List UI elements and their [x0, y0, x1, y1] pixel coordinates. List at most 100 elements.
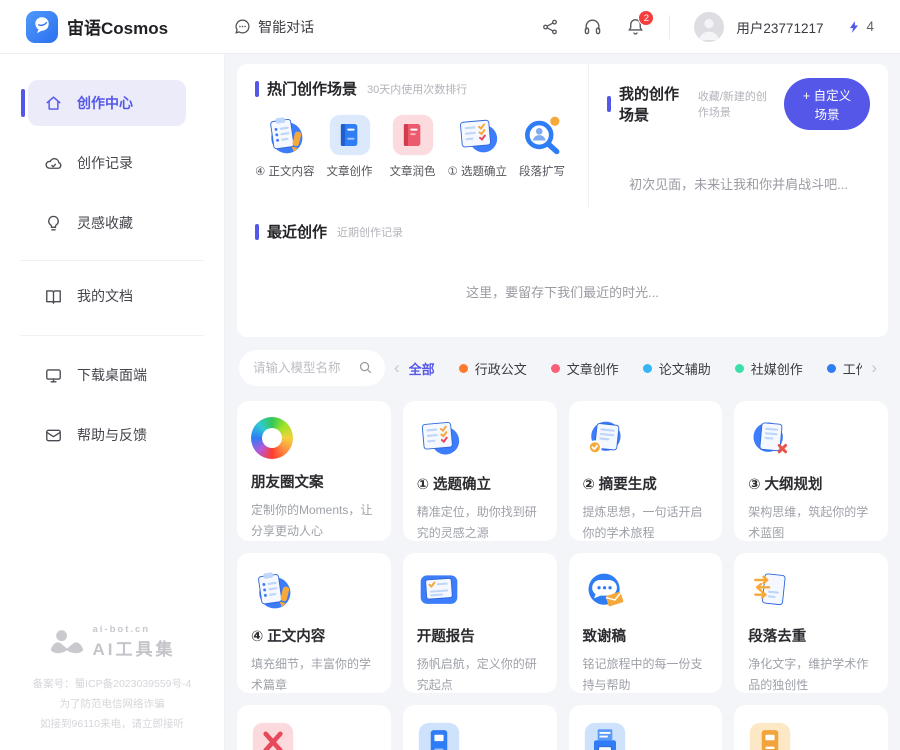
- card-opening-report[interactable]: 开题报告 扬帆启航，定义你的研究起点: [403, 553, 557, 693]
- model-cards-grid: 朋友圈文案 定制你的Moments，让分享更动人心 ① 选题确立 精准定位，助你…: [237, 401, 888, 750]
- hot-scene-paragraph-expand[interactable]: 段落扩写: [514, 113, 570, 179]
- chevron-left-icon[interactable]: ‹: [394, 358, 400, 378]
- hot-scenes-subtitle: 30天内使用次数排行: [367, 81, 467, 97]
- ai-bot-logo-icon: [49, 629, 85, 655]
- card-moments-copy[interactable]: 朋友圈文案 定制你的Moments，让分享更动人心: [237, 401, 391, 541]
- hot-scene-topic-select[interactable]: ① 选题确立: [448, 113, 508, 179]
- card-paragraph-dedup[interactable]: 段落去重 净化文字，维护学术作品的独创性: [734, 553, 888, 693]
- hot-scene-article-polish[interactable]: 文章润色: [385, 113, 441, 179]
- tab-work[interactable]: 工作提: [827, 359, 863, 378]
- sidebar-item-label: 创作中心: [77, 93, 133, 113]
- bell-icon[interactable]: 2: [626, 17, 645, 36]
- home-icon: [44, 94, 63, 113]
- topic-select-icon: [455, 113, 499, 157]
- body-content-icon: [263, 113, 307, 157]
- app-logo-icon: [26, 11, 58, 43]
- document-icon: [44, 287, 63, 306]
- tab-article-create[interactable]: 文章创作: [551, 359, 619, 378]
- card-acknowledgement[interactable]: 致谢稿 铭记旅程中的每一份支持与帮助: [569, 553, 723, 693]
- sidebar-item-label: 创作记录: [77, 153, 133, 173]
- app-window: 宙语Cosmos 智能对话 2 用户23771217: [0, 0, 900, 750]
- sidebar-item-label: 帮助与反馈: [77, 425, 147, 445]
- category-dot: [827, 364, 836, 373]
- hot-scenes-section: 热门创作场景 30天内使用次数排行 ④ 正文内容: [237, 64, 588, 207]
- recent-creation-section: 最近创作 近期创作记录 这里，要留存下我们最近的时光...: [237, 207, 888, 337]
- category-tabs: 全部 行政公文 文章创作 论文辅助 社媒创作 工作提: [409, 359, 863, 378]
- my-scenes-subtitle: 收藏/新建的创作场景: [698, 88, 776, 120]
- app-title: 宙语Cosmos: [67, 14, 168, 39]
- recent-title: 最近创作: [267, 221, 327, 242]
- section-accent-bar: [607, 96, 611, 112]
- tab-all[interactable]: 全部: [409, 359, 435, 378]
- abstract-icon: [583, 417, 709, 461]
- sidebar-footer: ai-bot.cn AI工具集 备案号：蜀ICP备2023039559号-4 为…: [0, 624, 224, 734]
- headset-icon[interactable]: [583, 17, 602, 36]
- category-dot: [735, 364, 744, 373]
- body-content-icon: [251, 569, 377, 613]
- tab-paper-assist[interactable]: 论文辅助: [643, 359, 711, 378]
- card-body-content[interactable]: ④ 正文内容 填充细节，丰富你的学术篇章: [237, 553, 391, 693]
- tab-social-media[interactable]: 社媒创作: [735, 359, 803, 378]
- card-partial-3[interactable]: [569, 705, 723, 750]
- category-dot: [459, 364, 468, 373]
- delete-x-icon: [251, 721, 377, 750]
- outline-icon: [748, 417, 874, 461]
- avatar[interactable]: [694, 12, 724, 42]
- watermark-domain: ai-bot.cn: [93, 624, 176, 635]
- header-actions: 2 用户23771217 4: [541, 12, 874, 42]
- dedup-icon: [748, 569, 874, 613]
- watermark-brand: AI工具集: [93, 635, 176, 660]
- sidebar-divider: [20, 335, 204, 336]
- monitor-icon: [44, 366, 63, 385]
- sidebar-item-creation-records[interactable]: 创作记录: [28, 140, 186, 186]
- icp-number: 备案号：蜀ICP备2023039559号-4: [0, 674, 224, 694]
- hot-scenes-title: 热门创作场景: [267, 78, 357, 99]
- card-partial-2[interactable]: [403, 705, 557, 750]
- sidebar-item-inspiration[interactable]: 灵感收藏: [28, 200, 186, 246]
- sidebar-item-label: 灵感收藏: [77, 213, 133, 233]
- custom-scene-button[interactable]: + 自定义场景: [784, 78, 870, 130]
- recent-empty-text: 这里，要留存下我们最近的时光...: [255, 282, 870, 301]
- sidebar-item-my-documents[interactable]: 我的文档: [28, 273, 186, 319]
- sidebar-item-download-desktop[interactable]: 下载桌面端: [28, 352, 186, 398]
- energy-count: 4: [866, 19, 874, 34]
- mail-icon: [44, 426, 63, 445]
- brand[interactable]: 宙语Cosmos: [26, 11, 168, 43]
- cloud-icon: [44, 154, 63, 173]
- paragraph-expand-icon: [520, 113, 564, 157]
- card-outline-plan[interactable]: ③ 大纲规划 架构思维，筑起你的学术蓝图: [734, 401, 888, 541]
- tab-smart-chat-label: 智能对话: [258, 17, 314, 37]
- category-dot: [551, 364, 560, 373]
- header-divider: [669, 15, 670, 39]
- card-partial-4[interactable]: [734, 705, 888, 750]
- hot-scene-body-content[interactable]: ④ 正文内容: [255, 113, 315, 179]
- filter-bar: ‹ 全部 行政公文 文章创作 论文辅助 社媒创作 工作提 ›: [239, 349, 886, 387]
- tab-smart-chat[interactable]: 智能对话: [234, 17, 314, 37]
- fraud-notice-line2: 如接到96110来电，请立即接听: [0, 714, 224, 734]
- username: 用户23771217: [736, 17, 823, 37]
- recent-subtitle: 近期创作记录: [337, 224, 403, 240]
- bolt-icon: [847, 20, 861, 34]
- sidebar-item-label: 我的文档: [77, 286, 133, 306]
- card-abstract-generate[interactable]: ② 摘要生成 提炼思想，一句话开启你的学术旅程: [569, 401, 723, 541]
- search-icon[interactable]: [358, 360, 373, 375]
- hot-scene-article-create[interactable]: 文章创作: [322, 113, 378, 179]
- blue-book-icon: [417, 721, 543, 750]
- share-icon[interactable]: [541, 18, 559, 36]
- sidebar-divider: [20, 260, 204, 261]
- header: 宙语Cosmos 智能对话 2 用户23771217: [0, 0, 900, 54]
- sidebar-item-creation-center[interactable]: 创作中心: [28, 80, 186, 126]
- card-topic-select[interactable]: ① 选题确立 精准定位，助你找到研究的灵感之源: [403, 401, 557, 541]
- moments-icon: [251, 417, 293, 459]
- tab-admin-docs[interactable]: 行政公文: [459, 359, 527, 378]
- sidebar-item-help-feedback[interactable]: 帮助与反馈: [28, 412, 186, 458]
- category-dot: [643, 364, 652, 373]
- card-partial-1[interactable]: [237, 705, 391, 750]
- report-icon: [417, 569, 543, 613]
- sidebar: 创作中心 创作记录 灵感收藏 我的文档 下载桌面端: [0, 54, 225, 750]
- chevron-right-icon[interactable]: ›: [871, 358, 877, 378]
- main-content: 热门创作场景 30天内使用次数排行 ④ 正文内容: [225, 54, 900, 750]
- my-scenes-empty-text: 初次见面，未来让我和你并肩战斗吧...: [607, 174, 870, 193]
- chat-bubble-icon: [234, 18, 251, 35]
- energy-indicator[interactable]: 4: [847, 19, 874, 34]
